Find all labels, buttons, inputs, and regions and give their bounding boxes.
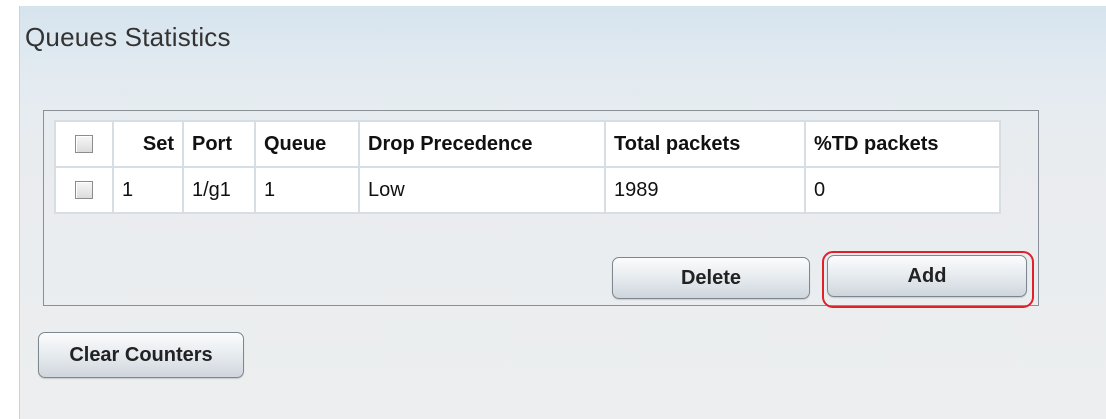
page: Queues Statistics Set Port Queue Drop Pr… [0, 0, 1106, 419]
add-button-highlight [822, 251, 1034, 308]
column-header-drop-precedence: Drop Precedence [358, 120, 606, 168]
cell-drop-precedence: Low [358, 166, 606, 214]
select-all-cell [54, 120, 114, 168]
statistics-table: Set Port Queue Drop Precedence Total pac… [54, 120, 1001, 214]
column-header-td-packets: %TD packets [804, 120, 1001, 168]
delete-button[interactable]: Delete [612, 257, 810, 299]
table-header-row: Set Port Queue Drop Precedence Total pac… [54, 120, 1001, 168]
cell-td-packets: 0 [804, 166, 1001, 214]
column-header-queue: Queue [254, 120, 360, 168]
row-checkbox[interactable] [75, 181, 93, 200]
cell-port: 1/g1 [182, 166, 256, 214]
column-header-total-packets: Total packets [604, 120, 806, 168]
clear-counters-button[interactable]: Clear Counters [38, 332, 244, 378]
column-header-port: Port [182, 120, 256, 168]
cell-set: 1 [112, 166, 184, 214]
column-header-set: Set [112, 120, 184, 168]
row-select-cell [54, 166, 114, 214]
cell-queue: 1 [254, 166, 360, 214]
cell-total-packets: 1989 [604, 166, 806, 214]
table-row: 1 1/g1 1 Low 1989 0 [54, 166, 1001, 214]
select-all-checkbox[interactable] [75, 135, 93, 154]
page-title: Queues Statistics [25, 22, 231, 52]
